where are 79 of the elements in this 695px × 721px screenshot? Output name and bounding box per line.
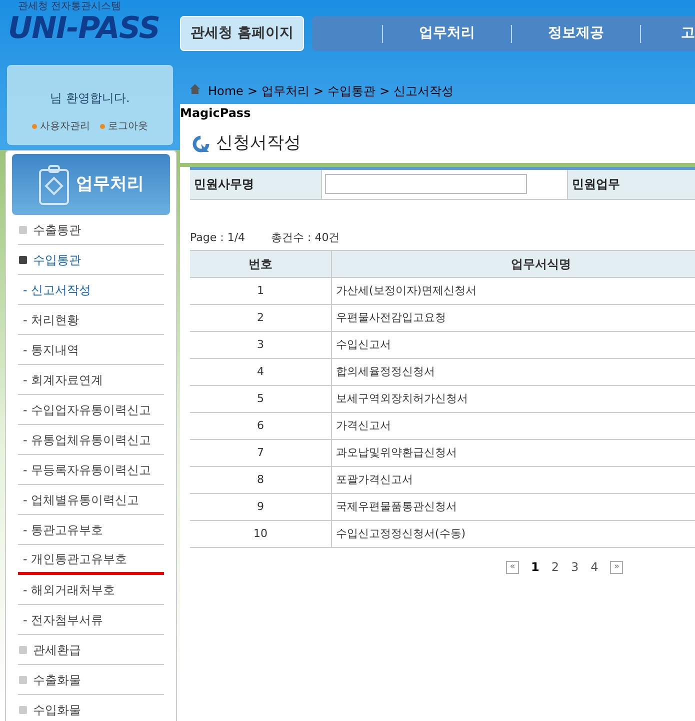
- table-cell: 8: [190, 467, 332, 493]
- breadcrumb-separator: >: [380, 83, 390, 100]
- square-bullet-icon: [19, 226, 27, 234]
- welcome-message: 님 환영합니다.: [50, 90, 130, 107]
- table-cell-text: 합의세율정정신청서: [335, 364, 436, 380]
- sidebar-item[interactable]: 관세환급: [33, 640, 81, 658]
- table-cell: 9: [190, 494, 332, 520]
- page-link[interactable]: 4: [590, 558, 598, 576]
- table-cell-text: 수입신고정정신청서(수동): [335, 526, 467, 542]
- sidebar-item[interactable]: - 수입업자유통이력신고: [23, 400, 152, 418]
- column-header: 번호: [190, 251, 332, 277]
- table-cell-text: 보세구역외장치허가신청서: [335, 390, 469, 407]
- sidebar-item[interactable]: - 유통업체유통이력신고: [23, 430, 152, 448]
- input-field[interactable]: [325, 174, 527, 194]
- sidebar-item[interactable]: - 처리현황: [23, 310, 80, 328]
- page-indicator: Page : 1/4: [190, 230, 246, 246]
- field-label: 민원업무: [568, 170, 695, 198]
- breadcrumb-link[interactable]: 업무처리: [262, 82, 310, 100]
- square-bullet-icon: [19, 646, 27, 654]
- breadcrumb-separator: >: [314, 83, 324, 100]
- bullet-icon: [100, 124, 105, 129]
- logo: UNI-PASS: [8, 12, 160, 46]
- bullet-icon: [32, 124, 37, 129]
- nav-item[interactable]: 정보제공: [512, 23, 640, 44]
- square-bullet-icon: [19, 706, 27, 714]
- column-header: 업무서식명: [510, 256, 572, 273]
- sidebar-item[interactable]: 수입통관: [33, 250, 81, 268]
- field-label: 민원사무명: [190, 170, 322, 198]
- nav-item[interactable]: 업무처리: [383, 23, 511, 44]
- sidebar-title: 업무처리: [76, 172, 144, 196]
- table-cell-text: 우편물사전감입고요청: [335, 310, 447, 326]
- home-icon: [190, 84, 200, 94]
- table-cell: 7: [190, 440, 332, 466]
- page-title: 신청서작성: [216, 132, 301, 155]
- table-cell: 2: [190, 305, 332, 331]
- table-cell: 4: [190, 359, 332, 385]
- breadcrumb-link[interactable]: 수입통관: [328, 82, 376, 100]
- sidebar-item[interactable]: 수입화물: [33, 700, 81, 718]
- sidebar-item[interactable]: - 신고서작성: [23, 280, 92, 298]
- square-bullet-icon: [19, 256, 27, 264]
- table-cell-text: 국제우편물품통관신청서: [335, 498, 458, 515]
- breadcrumb-link[interactable]: Home: [208, 82, 244, 100]
- table-cell-text: 가격신고서: [335, 418, 392, 434]
- first-page-button[interactable]: «: [506, 560, 519, 574]
- table-cell-text: 포괄가격신고서: [335, 472, 414, 488]
- total-count: 총건수 : 40건: [271, 230, 340, 246]
- sidebar-item[interactable]: - 업체별유통이력신고: [23, 490, 140, 508]
- table-cell-text: 과오납및위약환급신청서: [335, 444, 458, 461]
- welcome-link[interactable]: 사용자관리: [40, 119, 90, 134]
- square-bullet-icon: [19, 676, 27, 684]
- nav-item[interactable]: 고: [681, 23, 695, 44]
- refresh-icon: [192, 134, 210, 153]
- page-link[interactable]: 1: [531, 558, 540, 576]
- sidebar-item[interactable]: - 통지내역: [23, 340, 80, 358]
- logo-caption: 관세청 전자통관시스템: [17, 2, 122, 12]
- sidebar-item[interactable]: - 통관고유부호: [23, 520, 104, 538]
- sidebar-item[interactable]: - 무등록자유통이력신고: [23, 460, 152, 478]
- sidebar-item[interactable]: - 개인통관고유부호: [23, 550, 128, 568]
- breadcrumb-separator: >: [247, 83, 258, 100]
- sidebar-item[interactable]: 수출화물: [33, 670, 81, 688]
- table-cell: 3: [190, 332, 332, 358]
- page-link[interactable]: 2: [551, 558, 559, 576]
- breadcrumb-link[interactable]: 신고서작성: [394, 82, 454, 100]
- homepage-link[interactable]: 관세청 홈페이지: [180, 16, 304, 51]
- last-page-button[interactable]: »: [610, 560, 624, 574]
- table-cell: 5: [190, 386, 332, 412]
- sidebar-item[interactable]: - 회계자료연계: [23, 370, 104, 388]
- welcome-link[interactable]: 로그아웃: [108, 119, 148, 134]
- page-link[interactable]: 3: [571, 558, 579, 576]
- table-cell: 1: [190, 278, 332, 304]
- table-cell-text: 수입신고서: [335, 336, 392, 353]
- sidebar-item[interactable]: - 해외거래처부호: [23, 580, 116, 598]
- table-cell: 6: [190, 413, 332, 439]
- sidebar-item[interactable]: - 전자첨부서류: [23, 610, 104, 628]
- sidebar-item[interactable]: 수출통관: [33, 220, 81, 238]
- table-cell-text: 가산세(보정이자)면제신청서: [335, 282, 478, 299]
- clipboard-icon: [38, 164, 70, 206]
- app-name: MagicPass: [180, 105, 251, 122]
- table-cell: 10: [190, 521, 332, 547]
